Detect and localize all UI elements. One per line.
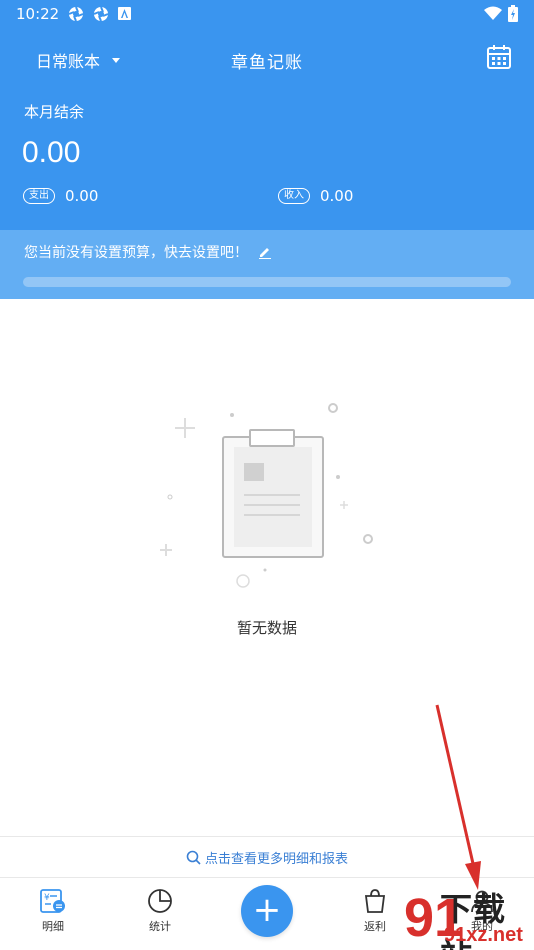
empty-state-text: 暂无数据 xyxy=(236,619,297,637)
income-badge: 收入 xyxy=(278,188,310,204)
app-notification-icon-2 xyxy=(93,6,109,22)
add-record-button[interactable]: + xyxy=(241,885,293,937)
calendar-icon[interactable] xyxy=(486,44,512,70)
watermark-url: 91xz.net xyxy=(444,924,523,946)
app-title: 章鱼记账 xyxy=(231,53,303,73)
view-more-details-link[interactable]: 点击查看更多明细和报表 xyxy=(0,836,534,878)
ledger-detail-icon: ¥ xyxy=(40,889,65,913)
tab-rebate[interactable]: 返利 xyxy=(345,887,405,934)
search-icon xyxy=(186,850,201,865)
pie-chart-icon xyxy=(148,889,172,913)
header: 10:22 日常账本 章鱼记账 本月结余 0.00 支出 0.00 收入 0.0… xyxy=(0,0,534,299)
battery-icon xyxy=(508,5,518,22)
tab-stats[interactable]: 统计 xyxy=(130,887,190,934)
budget-panel: 您当前没有设置预算，快去设置吧！ xyxy=(0,230,534,299)
budget-message: 您当前没有设置预算，快去设置吧！ xyxy=(24,245,248,261)
tab-rebate-label: 返利 xyxy=(364,920,386,933)
expense-badge: 支出 xyxy=(23,188,55,204)
month-balance-value: 0.00 xyxy=(22,136,81,169)
view-more-details-text: 点击查看更多明细和报表 xyxy=(204,851,348,867)
empty-clipboard-illustration xyxy=(160,403,373,588)
site-watermark: 91 下载站 91xz.net xyxy=(404,884,534,950)
expense-summary: 支出 0.00 xyxy=(23,187,98,205)
svg-text:¥: ¥ xyxy=(44,893,50,903)
tab-details[interactable]: ¥ 明细 xyxy=(23,887,83,934)
status-time: 10:22 xyxy=(16,5,60,23)
app-notification-icon xyxy=(68,6,84,22)
tab-details-label: 明细 xyxy=(42,920,64,933)
wifi-icon xyxy=(484,6,502,20)
month-balance-label: 本月结余 xyxy=(24,103,85,121)
pencil-icon xyxy=(259,248,271,259)
tab-stats-label: 统计 xyxy=(149,920,171,933)
income-value: 0.00 xyxy=(320,187,354,205)
expense-value: 0.00 xyxy=(65,187,99,205)
status-bar: 10:22 xyxy=(0,0,534,28)
budget-setup-link[interactable]: 您当前没有设置预算，快去设置吧！ xyxy=(24,242,272,262)
status-right xyxy=(484,5,518,22)
android-notification-icon xyxy=(118,7,131,20)
income-summary: 收入 0.00 xyxy=(278,187,353,205)
budget-progress-bar xyxy=(23,277,511,287)
shopping-bag-icon xyxy=(364,889,386,913)
